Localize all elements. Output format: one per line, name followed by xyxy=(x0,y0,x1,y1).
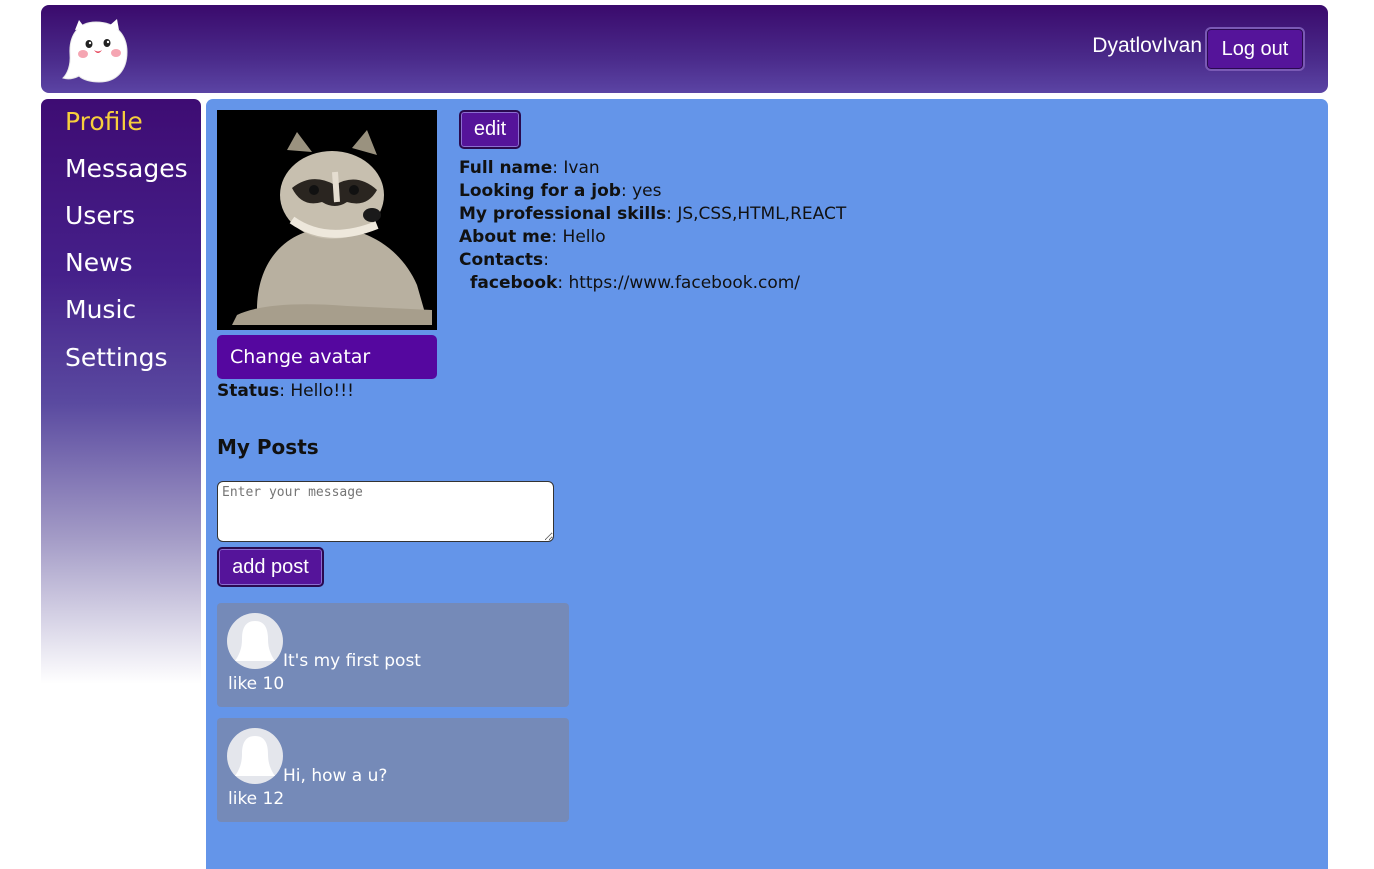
status-line[interactable]: Status: Hello!!! xyxy=(217,381,354,401)
post-item: It's my first post like 10 xyxy=(217,603,569,707)
full-name-label: Full name xyxy=(459,158,553,178)
user-avatar-icon xyxy=(227,613,283,669)
status-value[interactable]: Hello!!! xyxy=(290,381,354,401)
profile-info: Full name: Ivan Looking for a job: yes M… xyxy=(459,158,847,293)
raccoon-avatar-image xyxy=(217,110,437,330)
post-text: It's my first post xyxy=(283,651,421,671)
login-username: DyatlovIvan xyxy=(1092,34,1202,57)
skills-label: My professional skills xyxy=(459,204,667,224)
sidebar-item-messages[interactable]: Messages xyxy=(65,154,188,183)
profile-content: Change avatar Status: Hello!!! edit Full… xyxy=(206,99,1328,869)
change-avatar-button[interactable]: Change avatar xyxy=(217,335,437,379)
user-avatar-icon xyxy=(227,728,283,784)
post-text: Hi, how a u? xyxy=(283,766,388,786)
post-likes[interactable]: like 12 xyxy=(228,789,284,809)
post-item: Hi, how a u? like 12 xyxy=(217,718,569,822)
skills-value: JS,CSS,HTML,REACT xyxy=(677,204,847,224)
post-message-input[interactable] xyxy=(217,481,554,542)
full-name-value: Ivan xyxy=(563,158,600,178)
post-likes[interactable]: like 10 xyxy=(228,674,284,694)
status-label: Status xyxy=(217,381,280,401)
ghost-cat-logo-icon[interactable] xyxy=(61,16,131,84)
my-posts-title: My Posts xyxy=(217,435,319,459)
looking-job-label: Looking for a job xyxy=(459,181,621,201)
contacts-label: Contacts xyxy=(459,250,544,270)
add-post-button[interactable]: add post xyxy=(217,547,324,587)
logout-button[interactable]: Log out xyxy=(1205,27,1305,71)
sidebar-nav: Profile Messages Users News Music Settin… xyxy=(41,99,201,684)
sidebar-item-news[interactable]: News xyxy=(65,248,133,277)
facebook-link[interactable]: https://www.facebook.com/ xyxy=(568,273,800,293)
about-label: About me xyxy=(459,227,552,247)
sidebar-item-profile[interactable]: Profile xyxy=(65,107,143,136)
about-value: Hello xyxy=(562,227,606,247)
sidebar-item-users[interactable]: Users xyxy=(65,201,135,230)
sidebar-item-music[interactable]: Music xyxy=(65,295,136,324)
looking-job-value: yes xyxy=(632,181,662,201)
sidebar-item-settings[interactable]: Settings xyxy=(65,343,168,372)
header: DyatlovIvan Log out xyxy=(41,5,1328,93)
facebook-label: facebook xyxy=(470,273,558,293)
edit-profile-button[interactable]: edit xyxy=(459,110,521,149)
